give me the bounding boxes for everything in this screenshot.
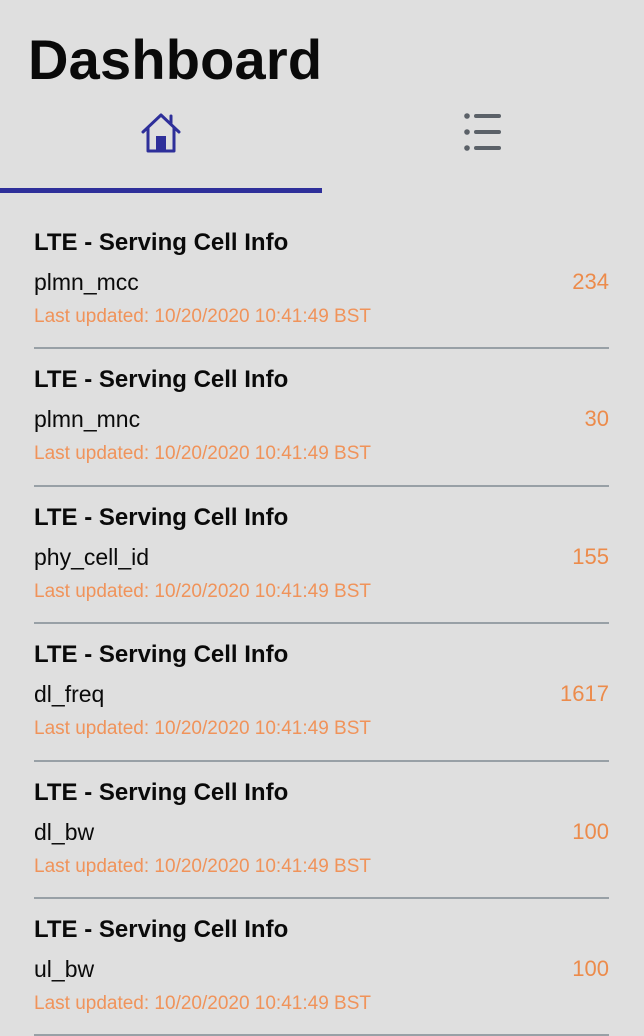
field-value: 100 [572, 955, 609, 981]
field-name: plmn_mcc [34, 269, 139, 295]
field-value: 155 [572, 543, 609, 569]
card-title: LTE - Serving Cell Info [34, 503, 289, 531]
list-item[interactable]: LTE - Serving Cell Info ul_bw 100 Last u… [34, 899, 609, 1036]
last-updated: Last updated: 10/20/2020 10:41:49 BST [34, 443, 371, 465]
tab-bar [0, 100, 644, 194]
last-updated: Last updated: 10/20/2020 10:41:49 BST [34, 580, 371, 602]
list-item[interactable]: LTE - Serving Cell Info dl_bw 100 Last u… [34, 762, 609, 899]
list-item[interactable]: LTE - Serving Cell Info dl_freq 1617 Las… [34, 624, 609, 762]
list-item[interactable]: LTE - Serving Cell Info plmn_mnc 30 Last… [34, 349, 609, 487]
field-name: ul_bw [34, 955, 95, 982]
tab-home[interactable] [0, 100, 322, 194]
last-updated: Last updated: 10/20/2020 10:41:49 BST [34, 718, 371, 740]
card-title: LTE - Serving Cell Info [34, 366, 289, 394]
card-title: LTE - Serving Cell Info [34, 229, 289, 256]
list-icon [464, 113, 501, 151]
field-value: 234 [572, 269, 609, 294]
last-updated: Last updated: 10/20/2020 10:41:49 BST [34, 855, 371, 877]
tab-list[interactable] [322, 100, 644, 194]
tab-selected-indicator [0, 188, 322, 193]
last-updated: Last updated: 10/20/2020 10:41:49 BST [34, 992, 371, 1014]
page-title: Dashboard [28, 28, 323, 91]
field-name: dl_freq [34, 681, 105, 708]
field-value: 30 [584, 406, 609, 432]
card-title: LTE - Serving Cell Info [34, 778, 289, 806]
field-name: dl_bw [34, 818, 95, 845]
last-updated: Last updated: 10/20/2020 10:41:49 BST [34, 306, 371, 327]
field-value: 1617 [560, 681, 609, 707]
field-name: phy_cell_id [34, 543, 150, 570]
list-item[interactable]: LTE - Serving Cell Info plmn_mcc 234 Las… [34, 212, 609, 350]
card-title: LTE - Serving Cell Info [34, 915, 289, 943]
list-item[interactable]: LTE - Serving Cell Info phy_cell_id 155 … [34, 487, 609, 625]
card-title: LTE - Serving Cell Info [34, 641, 289, 669]
field-value: 100 [572, 818, 609, 844]
field-name: plmn_mnc [34, 406, 141, 433]
home-icon [141, 113, 181, 153]
info-list: LTE - Serving Cell Info plmn_mcc 234 Las… [34, 212, 609, 1036]
